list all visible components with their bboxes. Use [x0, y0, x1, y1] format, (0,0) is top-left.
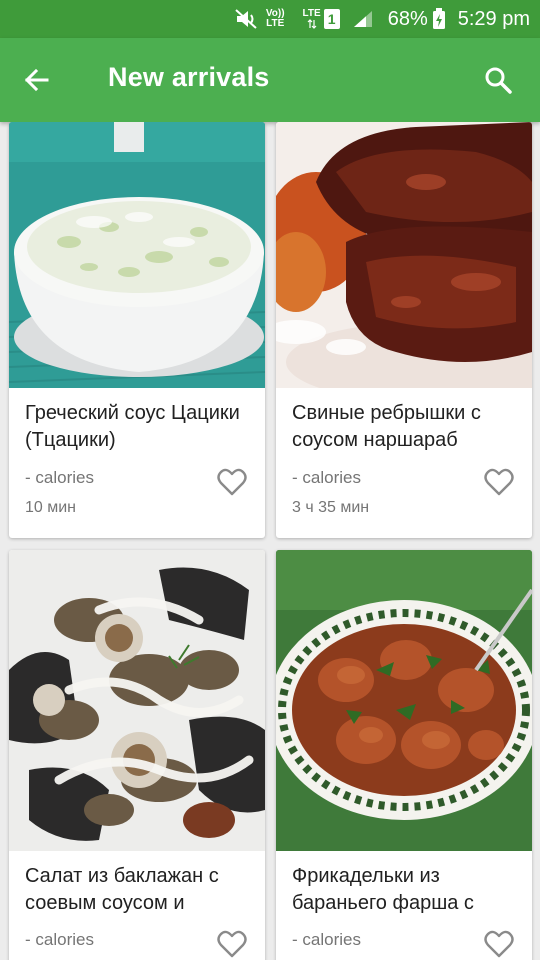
recipe-title: Греческий соус Цацики (Тцацики)	[25, 402, 240, 451]
recipe-title: Салат из баклажан с соевым соусом и	[25, 865, 219, 914]
lte-label: LTE	[302, 8, 321, 19]
back-button[interactable]	[14, 58, 58, 102]
recipe-title: Фрикадельки из бараньего фарша с	[292, 865, 474, 914]
recipe-calories: - calories	[25, 930, 94, 949]
favorite-button[interactable]	[215, 927, 249, 960]
status-bar: Vo)) LTE LTE 1 68% 5:29 pm	[0, 0, 540, 38]
heart-outline-icon	[484, 468, 514, 496]
recipe-time: 10 мин	[25, 499, 77, 516]
favorite-button[interactable]	[215, 465, 249, 499]
heart-outline-icon	[484, 930, 514, 958]
recipe-card[interactable]: Греческий соус Цацики (Тцацики) - calori…	[9, 122, 265, 538]
heart-outline-icon	[217, 468, 247, 496]
mute-icon	[234, 8, 260, 30]
recipe-image	[276, 550, 532, 851]
data-arrows-icon	[307, 19, 317, 29]
recipe-calories: - calories	[25, 468, 94, 487]
recipe-title: Свиные ребрышки с соусом наршараб	[292, 402, 481, 451]
recipe-image	[9, 122, 265, 388]
recipe-grid: Греческий соус Цацики (Тцацики) - calori…	[0, 122, 540, 960]
recipe-card[interactable]: Фрикадельки из бараньего фарша с - calor…	[276, 550, 532, 960]
signal-icon	[352, 9, 374, 29]
recipe-image	[276, 122, 532, 388]
favorite-button[interactable]	[482, 927, 516, 960]
search-icon	[485, 67, 512, 94]
lte-indicator: LTE 1	[303, 9, 340, 29]
recipe-time: 3 ч 35 мин	[292, 499, 370, 516]
recipe-card[interactable]: Салат из баклажан с соевым соусом и - ca…	[9, 550, 265, 960]
volte-line2: LTE	[266, 18, 285, 29]
arrow-back-icon	[24, 68, 49, 92]
app-bar: New arrivals	[0, 38, 540, 122]
favorite-button[interactable]	[482, 465, 516, 499]
volte-indicator: Vo)) LTE	[266, 9, 285, 29]
battery-percent: 68%	[387, 7, 428, 30]
page-title: New arrivals	[108, 62, 270, 92]
recipe-calories: - calories	[292, 930, 361, 949]
clock: 5:29 pm	[457, 7, 530, 30]
heart-outline-icon	[217, 930, 247, 958]
recipe-calories: - calories	[292, 468, 361, 487]
battery-charging-icon	[432, 8, 446, 30]
sim-slot-badge: 1	[323, 9, 340, 29]
recipe-card[interactable]: Свиные ребрышки с соусом наршараб - calo…	[276, 122, 532, 538]
recipe-image	[9, 550, 265, 851]
search-button[interactable]	[476, 58, 520, 102]
